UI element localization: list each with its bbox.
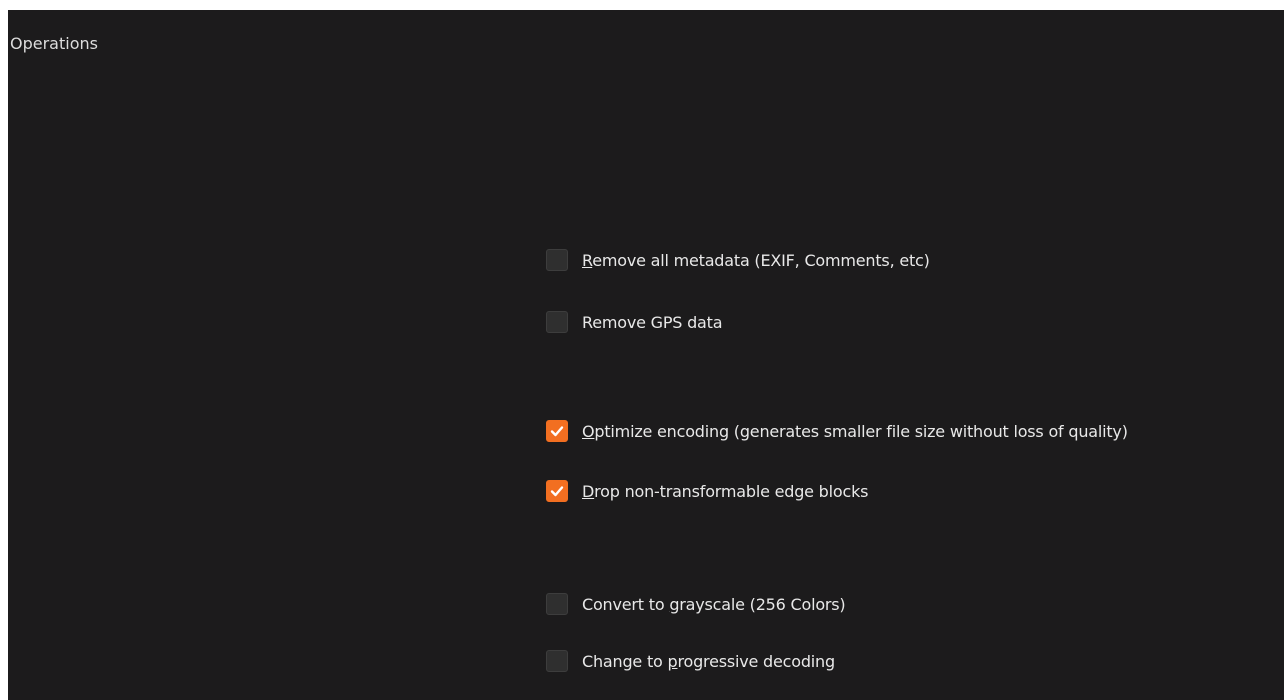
drop-edge-blocks-label: Drop non-transformable edge blocks bbox=[582, 481, 869, 501]
progressive-decoding-checkbox[interactable] bbox=[546, 650, 568, 672]
section-title: Operations bbox=[10, 34, 98, 53]
remove-metadata-option[interactable]: Remove all metadata (EXIF, Comments, etc… bbox=[546, 247, 930, 273]
checkmark-icon bbox=[550, 486, 564, 497]
progressive-decoding-option[interactable]: Change to progressive decoding bbox=[546, 648, 835, 674]
remove-metadata-checkbox[interactable] bbox=[546, 249, 568, 271]
drop-edge-blocks-checkbox[interactable] bbox=[546, 480, 568, 502]
optimize-encoding-label: Optimize encoding (generates smaller fil… bbox=[582, 421, 1128, 441]
checkmark-icon bbox=[550, 426, 564, 437]
operations-panel: Operations Remove all metadata (EXIF, Co… bbox=[8, 10, 1284, 700]
convert-grayscale-option[interactable]: Convert to grayscale (256 Colors) bbox=[546, 591, 846, 617]
remove-gps-label: Remove GPS data bbox=[582, 312, 723, 332]
optimize-encoding-option[interactable]: Optimize encoding (generates smaller fil… bbox=[546, 418, 1128, 444]
progressive-decoding-label: Change to progressive decoding bbox=[582, 651, 835, 671]
drop-edge-blocks-option[interactable]: Drop non-transformable edge blocks bbox=[546, 478, 868, 504]
convert-grayscale-label: Convert to grayscale (256 Colors) bbox=[582, 594, 846, 614]
optimize-encoding-checkbox[interactable] bbox=[546, 420, 568, 442]
convert-grayscale-checkbox[interactable] bbox=[546, 593, 568, 615]
remove-metadata-label: Remove all metadata (EXIF, Comments, etc… bbox=[582, 250, 930, 270]
remove-gps-checkbox[interactable] bbox=[546, 311, 568, 333]
remove-gps-option[interactable]: Remove GPS data bbox=[546, 309, 723, 335]
